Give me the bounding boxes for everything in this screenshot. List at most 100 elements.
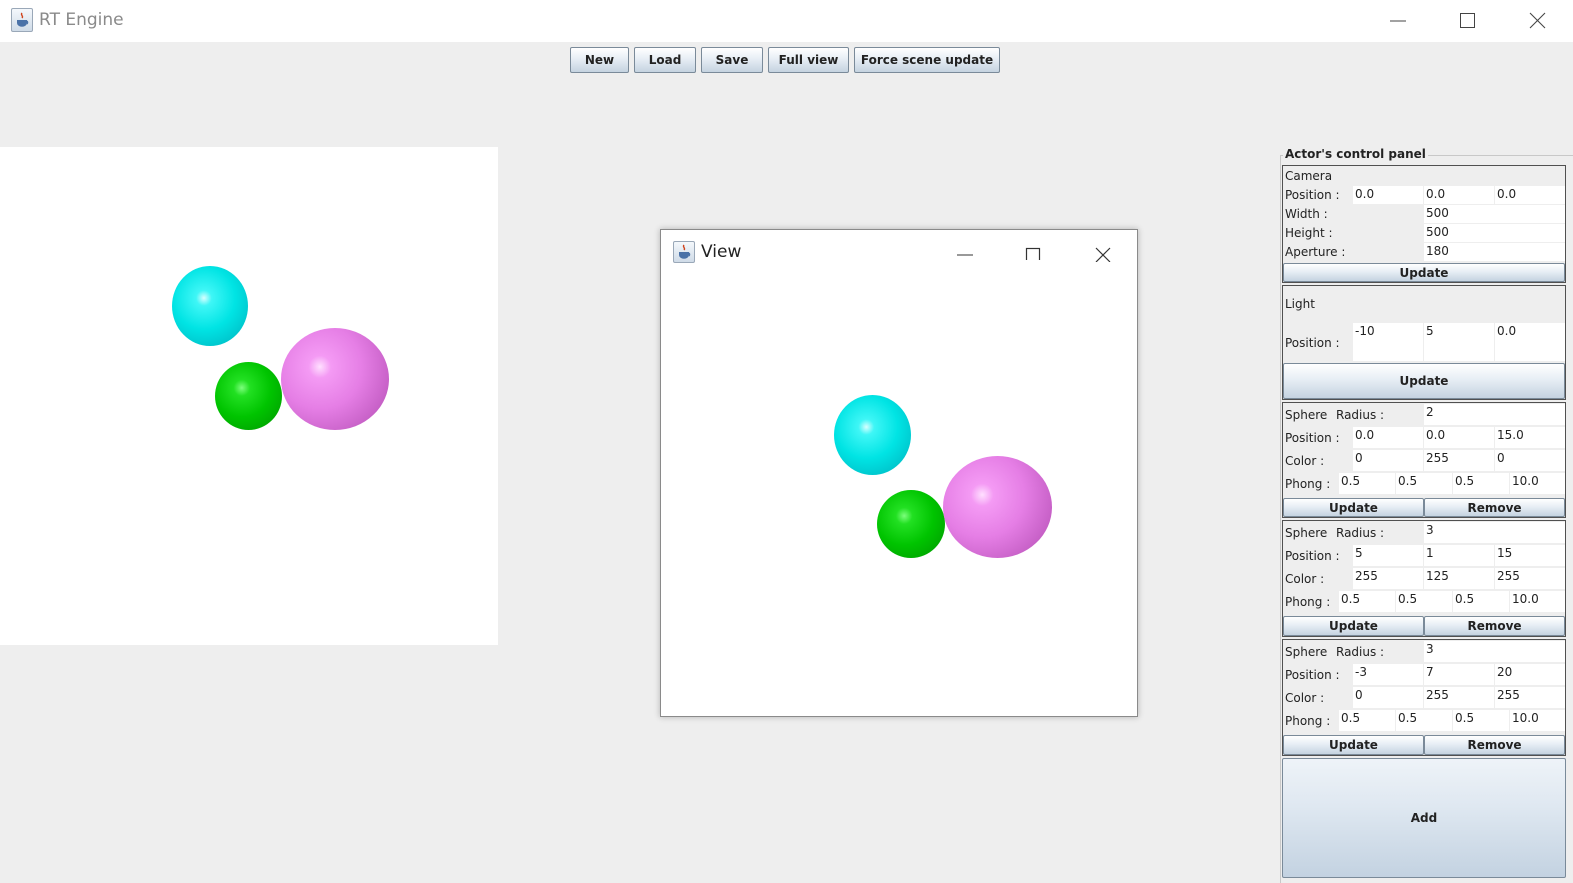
- close-icon[interactable]: [1083, 238, 1123, 264]
- sphere-phong-label: Phong :: [1285, 477, 1331, 491]
- sphere-phong-3-input[interactable]: 0.5: [1453, 473, 1509, 494]
- camera-position-x-input[interactable]: 0.0: [1353, 186, 1423, 204]
- camera-position-z-input[interactable]: 0.0: [1495, 186, 1565, 204]
- maximize-icon[interactable]: [1014, 238, 1054, 264]
- sphere-pink: [281, 328, 389, 430]
- sphere-phong-1-input[interactable]: 0.5: [1339, 591, 1395, 612]
- view-window-title: View: [701, 242, 742, 262]
- sphere-phong-4-input[interactable]: 10.0: [1510, 591, 1565, 612]
- java-app-icon: [11, 8, 33, 32]
- sphere-cyan: [834, 395, 911, 475]
- sphere-phong-2-input[interactable]: 0.5: [1396, 710, 1452, 731]
- sphere-position-x-input[interactable]: 0.0: [1353, 427, 1423, 448]
- sphere-color-label: Color :: [1285, 454, 1325, 468]
- add-actor-button[interactable]: Add: [1282, 758, 1566, 878]
- sphere-phong-3-input[interactable]: 0.5: [1453, 710, 1509, 731]
- sphere-position-x-input[interactable]: 5: [1353, 545, 1423, 566]
- sphere-radius-input[interactable]: 2: [1424, 404, 1565, 425]
- sphere-color-b-input[interactable]: 0: [1495, 450, 1565, 471]
- minimize-icon[interactable]: [1378, 8, 1418, 34]
- sphere-heading: Sphere: [1285, 645, 1328, 659]
- sphere-green: [215, 362, 282, 430]
- light-position-z-input[interactable]: 0.0: [1495, 323, 1565, 361]
- sphere-heading: Sphere: [1285, 526, 1328, 540]
- camera-aperture-label: Aperture :: [1285, 245, 1346, 259]
- scene-preview: [0, 147, 498, 645]
- java-app-icon: [673, 241, 695, 263]
- sphere-phong-label: Phong :: [1285, 595, 1331, 609]
- sphere-remove-button[interactable]: Remove: [1424, 498, 1565, 517]
- sphere-radius-label: Radius :: [1336, 526, 1385, 540]
- sphere-phong-label: Phong :: [1285, 714, 1331, 728]
- close-icon[interactable]: [1517, 8, 1557, 34]
- control-panel-title: Actor's control panel: [1283, 147, 1428, 161]
- sphere-phong-4-input[interactable]: 10.0: [1510, 473, 1565, 494]
- title-bar: RT Engine: [0, 0, 1573, 42]
- sphere-heading: Sphere: [1285, 408, 1328, 422]
- sphere-position-z-input[interactable]: 15: [1495, 545, 1565, 566]
- sphere-color-r-input[interactable]: 255: [1353, 568, 1423, 589]
- sphere-radius-input[interactable]: 3: [1424, 641, 1565, 662]
- sphere-phong-2-input[interactable]: 0.5: [1396, 591, 1452, 612]
- sphere-phong-1-input[interactable]: 0.5: [1339, 473, 1395, 494]
- force-scene-update-button[interactable]: Force scene update: [854, 47, 1000, 73]
- window-title: RT Engine: [39, 10, 124, 30]
- sphere-section: Sphere Radius : 3 Position : -3 7 20 Col…: [1282, 639, 1566, 756]
- sphere-color-r-input[interactable]: 0: [1353, 687, 1423, 708]
- camera-width-input[interactable]: 500: [1424, 205, 1565, 223]
- sphere-position-y-input[interactable]: 7: [1424, 664, 1494, 685]
- full-view-button[interactable]: Full view: [768, 47, 849, 73]
- sphere-green: [877, 490, 945, 558]
- load-button[interactable]: Load: [634, 47, 696, 73]
- sphere-radius-label: Radius :: [1336, 408, 1385, 422]
- sphere-radius-input[interactable]: 3: [1424, 522, 1565, 543]
- camera-aperture-input[interactable]: 180: [1424, 243, 1565, 261]
- light-position-x-input[interactable]: -10: [1353, 323, 1423, 361]
- sphere-color-g-input[interactable]: 125: [1424, 568, 1494, 589]
- light-position-label: Position :: [1285, 336, 1340, 350]
- sphere-phong-4-input[interactable]: 10.0: [1510, 710, 1565, 731]
- minimize-icon[interactable]: [945, 238, 985, 264]
- sphere-pink: [943, 456, 1052, 558]
- sphere-update-button[interactable]: Update: [1283, 498, 1424, 517]
- sphere-update-button[interactable]: Update: [1283, 735, 1424, 755]
- sphere-position-y-input[interactable]: 1: [1424, 545, 1494, 566]
- sphere-color-b-input[interactable]: 255: [1495, 687, 1565, 708]
- save-button[interactable]: Save: [701, 47, 763, 73]
- sphere-phong-2-input[interactable]: 0.5: [1396, 473, 1452, 494]
- sphere-color-g-input[interactable]: 255: [1424, 450, 1494, 471]
- light-update-button[interactable]: Update: [1283, 363, 1565, 399]
- camera-position-y-input[interactable]: 0.0: [1424, 186, 1494, 204]
- sphere-phong-3-input[interactable]: 0.5: [1453, 591, 1509, 612]
- sphere-color-g-input[interactable]: 255: [1424, 687, 1494, 708]
- maximize-icon[interactable]: [1447, 8, 1487, 34]
- sphere-color-b-input[interactable]: 255: [1495, 568, 1565, 589]
- camera-position-label: Position :: [1285, 188, 1340, 202]
- sphere-section: Sphere Radius : 3 Position : 5 1 15 Colo…: [1282, 520, 1566, 637]
- camera-update-button[interactable]: Update: [1283, 263, 1565, 282]
- sphere-color-label: Color :: [1285, 572, 1325, 586]
- sphere-remove-button[interactable]: Remove: [1424, 616, 1565, 636]
- new-button[interactable]: New: [570, 47, 629, 73]
- sphere-phong-1-input[interactable]: 0.5: [1339, 710, 1395, 731]
- sphere-section: Sphere Radius : 2 Position : 0.0 0.0 15.…: [1282, 402, 1566, 518]
- sphere-color-r-input[interactable]: 0: [1353, 450, 1423, 471]
- light-section: Light Position : -10 5 0.0 Update: [1282, 285, 1566, 400]
- sphere-position-label: Position :: [1285, 549, 1340, 563]
- light-position-y-input[interactable]: 5: [1424, 323, 1494, 361]
- sphere-position-label: Position :: [1285, 431, 1340, 445]
- camera-section: Camera Position : 0.0 0.0 0.0 Width : 50…: [1282, 165, 1566, 283]
- sphere-cyan: [172, 266, 248, 346]
- view-window: View: [660, 229, 1138, 717]
- camera-heading: Camera: [1285, 169, 1333, 183]
- sphere-color-label: Color :: [1285, 691, 1325, 705]
- camera-height-label: Height :: [1285, 226, 1333, 240]
- camera-height-input[interactable]: 500: [1424, 224, 1565, 242]
- sphere-position-z-input[interactable]: 20: [1495, 664, 1565, 685]
- sphere-position-x-input[interactable]: -3: [1353, 664, 1423, 685]
- sphere-position-z-input[interactable]: 15.0: [1495, 427, 1565, 448]
- sphere-update-button[interactable]: Update: [1283, 616, 1424, 636]
- sphere-position-y-input[interactable]: 0.0: [1424, 427, 1494, 448]
- sphere-remove-button[interactable]: Remove: [1424, 735, 1565, 755]
- camera-width-label: Width :: [1285, 207, 1328, 221]
